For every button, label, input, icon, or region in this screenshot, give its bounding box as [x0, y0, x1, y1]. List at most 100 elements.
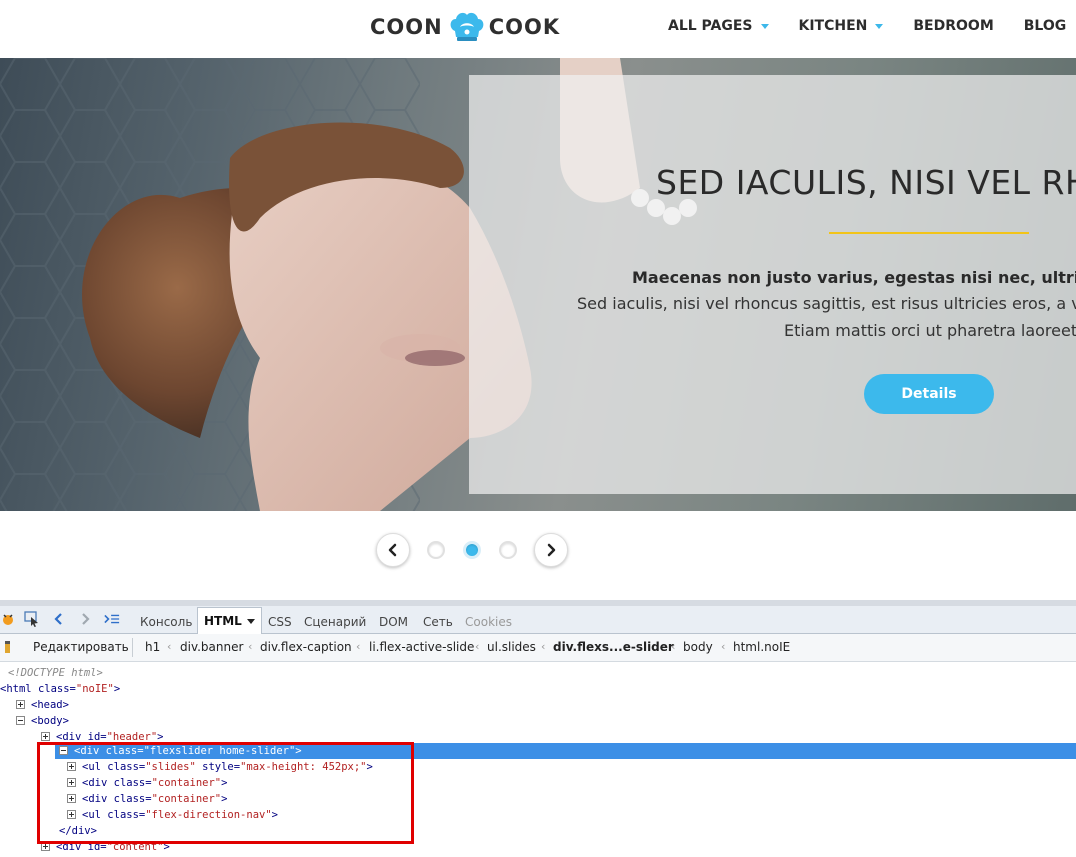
crumb-li-flex-active-slide[interactable]: li.flex-active-slide — [369, 640, 474, 654]
attr-name: id= — [87, 731, 107, 743]
tag-end: > — [157, 731, 164, 743]
nav-bedroom[interactable]: BEDROOM — [913, 18, 993, 34]
tree-line-container-2[interactable]: <div class="container"> — [0, 791, 1076, 807]
inspect-element-icon[interactable] — [24, 611, 40, 627]
crumb-div-flexslider[interactable]: div.flexs...e-slider — [553, 640, 674, 654]
logo[interactable]: COON COOK — [370, 7, 560, 47]
expand-toggle-icon[interactable] — [16, 700, 25, 709]
attr-value: "slides" — [145, 761, 196, 773]
slide-caption: SED IACULIS, NISI VEL RH Maecenas non ju… — [469, 75, 1076, 494]
chevron-right-icon — [547, 543, 556, 557]
crumb-ul-slides[interactable]: ul.slides — [487, 640, 536, 654]
nav-label: ALL PAGES — [668, 18, 753, 34]
tag-end: > — [295, 745, 302, 757]
slide-dot-2[interactable] — [463, 541, 481, 559]
crumb-separator-icon: ‹ — [541, 640, 546, 653]
command-line-icon[interactable] — [104, 611, 120, 627]
crumb-separator-icon: ‹ — [721, 640, 726, 653]
nav-label: BEDROOM — [913, 18, 994, 34]
tab-cookies[interactable]: Cookies — [459, 610, 518, 633]
slide-subtitle: Maecenas non justo varius, egestas nisi … — [632, 268, 1076, 287]
slide-dot-3[interactable] — [499, 541, 517, 559]
tree-line-head[interactable]: <head> — [0, 697, 1076, 713]
tag-end: > — [271, 809, 278, 821]
nav-kitchen[interactable]: KITCHEN — [799, 18, 884, 34]
nav-blog[interactable]: BLOG — [1024, 18, 1067, 34]
firebug-icon[interactable] — [0, 611, 16, 627]
nav-all-pages[interactable]: ALL PAGES — [668, 18, 769, 34]
attr-value: "flex-direction-nav" — [145, 809, 272, 821]
expand-toggle-icon[interactable] — [67, 762, 76, 771]
tag-text: </div> — [59, 825, 97, 837]
crumb-div-flex-caption[interactable]: div.flex-caption — [260, 640, 352, 654]
tab-html[interactable]: HTML — [197, 607, 262, 635]
tag-text: <div — [56, 841, 82, 853]
tree-line-flex-direction-nav[interactable]: <ul class="flex-direction-nav"> — [0, 807, 1076, 823]
crumb-html[interactable]: html.noIE — [733, 640, 790, 654]
crumb-h1[interactable]: h1 — [145, 640, 160, 654]
toolbar-separator — [132, 638, 133, 657]
tag-end: > — [221, 777, 228, 789]
nav-label: BLOG — [1023, 18, 1067, 34]
tab-html-label: HTML — [204, 614, 242, 628]
tree-line-content-div[interactable]: <div id="content"> — [0, 839, 1076, 855]
title-underline — [829, 232, 1029, 234]
crumb-separator-icon: ‹ — [671, 640, 676, 653]
tag-text: <head> — [31, 699, 69, 711]
slide-dot-1[interactable] — [427, 541, 445, 559]
attr-value: "container" — [151, 793, 222, 805]
dropdown-arrow-icon[interactable] — [246, 618, 255, 624]
crumb-body[interactable]: body — [683, 640, 713, 654]
break-on-mutate-icon[interactable] — [0, 639, 16, 655]
tab-console[interactable]: Консоль — [134, 610, 198, 633]
forward-arrow-icon[interactable] — [77, 611, 93, 627]
slider-controls — [376, 532, 568, 568]
devtools-tabbar: Консоль HTML CSS Сценарий DOM Сеть Cooki… — [0, 606, 1076, 635]
attr-value: "content" — [106, 841, 164, 853]
tree-line-doctype[interactable]: <!DOCTYPE html> — [0, 665, 1076, 681]
logo-text-right: COOK — [488, 15, 561, 39]
back-arrow-icon[interactable] — [51, 611, 67, 627]
tag-text: <div — [82, 777, 108, 789]
prev-slide-button[interactable] — [376, 533, 410, 567]
tab-net[interactable]: Сеть — [417, 610, 459, 633]
crumb-div-banner[interactable]: div.banner — [180, 640, 243, 654]
slide-title: SED IACULIS, NISI VEL RH — [656, 163, 1076, 202]
attr-name: class= — [107, 761, 146, 773]
attr-value: "max-height: 452px;" — [240, 761, 367, 773]
attr-value: "flexslider home-slider" — [143, 745, 296, 757]
expand-toggle-icon[interactable] — [41, 732, 50, 741]
expand-toggle-icon[interactable] — [67, 794, 76, 803]
tree-line-html[interactable]: <html class="noIE"> — [0, 681, 1076, 697]
tree-line-container-1[interactable]: <div class="container"> — [0, 775, 1076, 791]
tab-script[interactable]: Сценарий — [298, 610, 372, 633]
hero-slider: SED IACULIS, NISI VEL RH Maecenas non ju… — [0, 58, 1076, 511]
attr-name: class= — [37, 683, 76, 695]
tree-line-ul-slides[interactable]: <ul class="slides" style="max-height: 45… — [0, 759, 1076, 775]
tag-text: <ul — [82, 761, 101, 773]
tag-text: <div — [74, 745, 100, 757]
main-nav: ALL PAGES KITCHEN BEDROOM BLOG CO — [668, 18, 1076, 34]
chef-hat-logo-icon — [450, 12, 484, 41]
tree-line-body[interactable]: <body> — [0, 713, 1076, 729]
details-button[interactable]: Details — [864, 374, 994, 414]
next-slide-button[interactable] — [534, 533, 568, 567]
edit-button[interactable]: Редактировать — [33, 640, 129, 654]
caret-down-icon — [760, 23, 769, 29]
tab-css[interactable]: CSS — [262, 610, 298, 633]
tab-dom[interactable]: DOM — [373, 610, 414, 633]
attr-value: "header" — [106, 731, 158, 743]
collapse-toggle-icon[interactable] — [59, 746, 68, 755]
attr-name: class= — [105, 745, 144, 757]
crumb-separator-icon: ‹ — [475, 640, 480, 653]
tree-line-close-div[interactable]: </div> — [0, 823, 1076, 839]
crumb-separator-icon: ‹ — [167, 640, 172, 653]
tag-text: <div — [82, 793, 108, 805]
tree-line-flexslider-selected[interactable]: <div class="flexslider home-slider"> — [55, 743, 1076, 759]
expand-toggle-icon[interactable] — [41, 842, 50, 851]
collapse-toggle-icon[interactable] — [16, 716, 25, 725]
expand-toggle-icon[interactable] — [67, 778, 76, 787]
logo-text-left: COON — [370, 15, 443, 39]
tag-end: > — [366, 761, 373, 773]
expand-toggle-icon[interactable] — [67, 810, 76, 819]
